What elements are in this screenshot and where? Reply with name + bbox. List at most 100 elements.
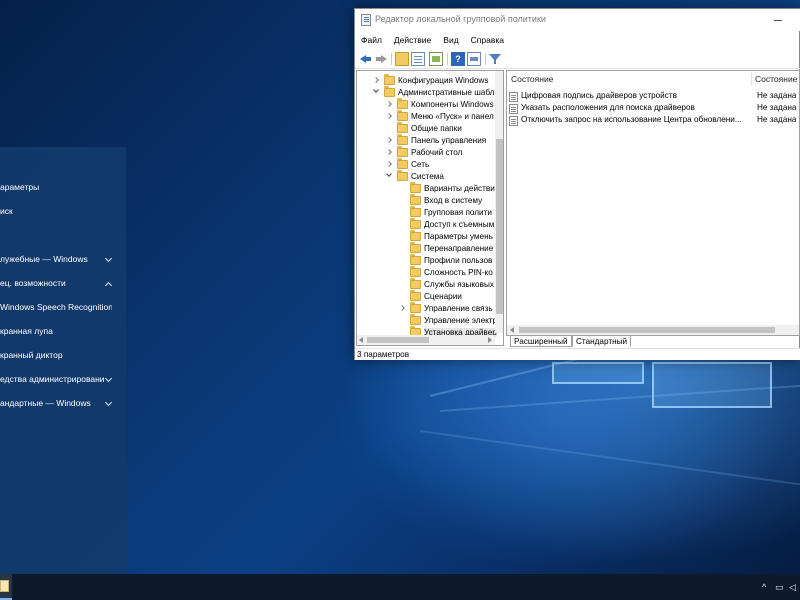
properties-icon[interactable]	[467, 52, 481, 66]
collapsed-chevron-icon[interactable]	[373, 76, 381, 84]
tree-node[interactable]: Управление электр	[399, 313, 497, 326]
tree-vertical-scroll-thumb[interactable]	[496, 139, 503, 314]
tree-node[interactable]: Рабочий стол	[386, 145, 463, 158]
tree-node[interactable]: Административные шабл	[373, 85, 494, 98]
volume-icon[interactable]: ◁	[789, 582, 796, 593]
start-menu-item-label: ец. возможности	[0, 278, 66, 288]
tree-node[interactable]: Общие папки	[386, 121, 462, 134]
column-header-name[interactable]: Состояние	[507, 71, 553, 87]
start-menu-item[interactable]: андартные — Windows	[0, 393, 126, 413]
folder-icon	[410, 301, 421, 313]
taskbar: ^ ▭ ◁	[0, 574, 800, 600]
policy-name: Цифровая подпись драйверов устройств	[521, 91, 677, 100]
start-menu-item[interactable]: Windows Speech Recognition	[0, 297, 126, 317]
scroll-right-arrow-icon[interactable]	[488, 337, 492, 343]
tree-node[interactable]: Доступ к съемным	[399, 217, 494, 230]
folder-icon	[410, 181, 421, 193]
tree-node[interactable]: Сложность PIN-ко	[399, 265, 493, 278]
minimize-button[interactable]	[767, 12, 787, 28]
tree-node[interactable]: Вход в систему	[399, 193, 482, 206]
menu-view[interactable]: Вид	[443, 35, 458, 45]
back-arrow-icon[interactable]	[359, 52, 373, 66]
windows-logo-pane	[552, 362, 644, 384]
start-menu-item-label: кранная лупа	[0, 326, 53, 336]
folder-icon	[384, 85, 395, 97]
tab-extended[interactable]: Расширенный	[510, 335, 572, 347]
filter-icon[interactable]	[488, 52, 502, 66]
expanded-chevron-icon[interactable]	[386, 172, 394, 180]
start-menu-item[interactable]: араметры	[0, 177, 126, 197]
tree-node-label: Система	[411, 171, 444, 181]
folder-icon	[410, 193, 421, 205]
tree-node[interactable]: Система	[386, 169, 444, 182]
folder-icon	[397, 109, 408, 121]
policy-row[interactable]: Отключить запрос на использование Центра…	[507, 115, 799, 127]
collapsed-chevron-icon[interactable]	[386, 100, 394, 108]
tree-horizontal-scroll-thumb[interactable]	[367, 337, 429, 343]
tree-node[interactable]: Компоненты Windows	[386, 97, 494, 110]
tree-node[interactable]: Профили пользов	[399, 253, 492, 266]
chevron-up-icon[interactable]	[105, 280, 112, 287]
content-pane[interactable]: Состояние Состояние Цифровая подпись дра…	[506, 70, 800, 336]
up-folder-icon[interactable]	[395, 52, 409, 66]
chevron-down-icon[interactable]	[105, 400, 112, 407]
chevron-down-icon[interactable]	[105, 256, 112, 263]
policy-row[interactable]: Цифровая подпись драйверов устройств Не з…	[507, 91, 799, 103]
start-menu-item[interactable]: кранный диктор	[0, 345, 126, 365]
taskbar-app-gpedit[interactable]	[0, 574, 12, 600]
tree-node[interactable]: Параметры умень	[399, 229, 493, 242]
scroll-left-arrow-icon[interactable]	[359, 337, 363, 343]
tree-node[interactable]: Службы языковых	[399, 277, 494, 290]
tree-node[interactable]: Сеть	[386, 157, 429, 170]
tree-node[interactable]: Сценарии	[399, 289, 462, 302]
collapsed-chevron-icon[interactable]	[386, 148, 394, 156]
start-menu-item[interactable]: лужебные — Windows	[0, 249, 126, 269]
menu-file[interactable]: Файл	[361, 35, 382, 45]
forward-arrow-icon[interactable]	[374, 52, 388, 66]
menu-action[interactable]: Действие	[394, 35, 431, 45]
start-menu-item[interactable]: ец. возможности	[0, 273, 126, 293]
tree-node[interactable]: Управление связь	[399, 301, 493, 314]
start-menu-item-label: андартные — Windows	[0, 398, 91, 408]
collapsed-chevron-icon[interactable]	[386, 112, 394, 120]
tree-node-label: Рабочий стол	[411, 147, 463, 157]
content-horizontal-scrollbar[interactable]	[507, 325, 799, 335]
policy-row[interactable]: Указать расположения для поиска драйверо…	[507, 103, 799, 115]
start-menu-item[interactable]: едства администрировани...	[0, 369, 126, 389]
tree-node[interactable]: Варианты действи	[399, 181, 495, 194]
content-horizontal-scroll-thumb[interactable]	[519, 327, 775, 333]
tree-vertical-scrollbar[interactable]	[495, 71, 503, 333]
folder-icon	[410, 289, 421, 301]
expanded-chevron-icon[interactable]	[373, 88, 381, 96]
column-header-state[interactable]: Состояние	[751, 71, 797, 87]
window-title: Редактор локальной групповой политики	[375, 14, 546, 24]
tree-node[interactable]: Меню «Пуск» и панел	[386, 109, 494, 122]
scroll-left-arrow-icon[interactable]	[510, 327, 514, 333]
tree-horizontal-scrollbar[interactable]	[357, 335, 495, 345]
tree-node[interactable]: Панель управления	[386, 133, 486, 146]
start-menu-item[interactable]: кранная лупа	[0, 321, 126, 341]
tree-node[interactable]: Групповая полити	[399, 205, 492, 218]
tree-node[interactable]: Перенаправление	[399, 241, 493, 254]
tab-standard[interactable]: Стандартный	[572, 335, 632, 347]
network-icon[interactable]: ▭	[775, 582, 784, 593]
policy-state: Не задана	[757, 115, 797, 124]
help-icon[interactable]: ?	[451, 52, 465, 66]
collapsed-chevron-icon[interactable]	[386, 160, 394, 168]
collapsed-chevron-icon[interactable]	[399, 304, 407, 312]
show-hide-tree-icon[interactable]	[411, 52, 425, 66]
title-bar[interactable]: Редактор локальной групповой политики	[355, 9, 800, 31]
start-menu-item[interactable]: иск	[0, 201, 126, 221]
export-list-icon[interactable]	[429, 52, 443, 66]
tree-pane[interactable]: Конфигурация Windows Административные шаб…	[356, 70, 504, 346]
tree-node[interactable]: Конфигурация Windows	[373, 73, 488, 86]
chevron-down-icon[interactable]	[105, 376, 112, 383]
show-desktop-chevron-icon[interactable]: ^	[762, 582, 766, 592]
collapsed-chevron-icon[interactable]	[386, 136, 394, 144]
menu-help[interactable]: Справка	[471, 35, 504, 45]
